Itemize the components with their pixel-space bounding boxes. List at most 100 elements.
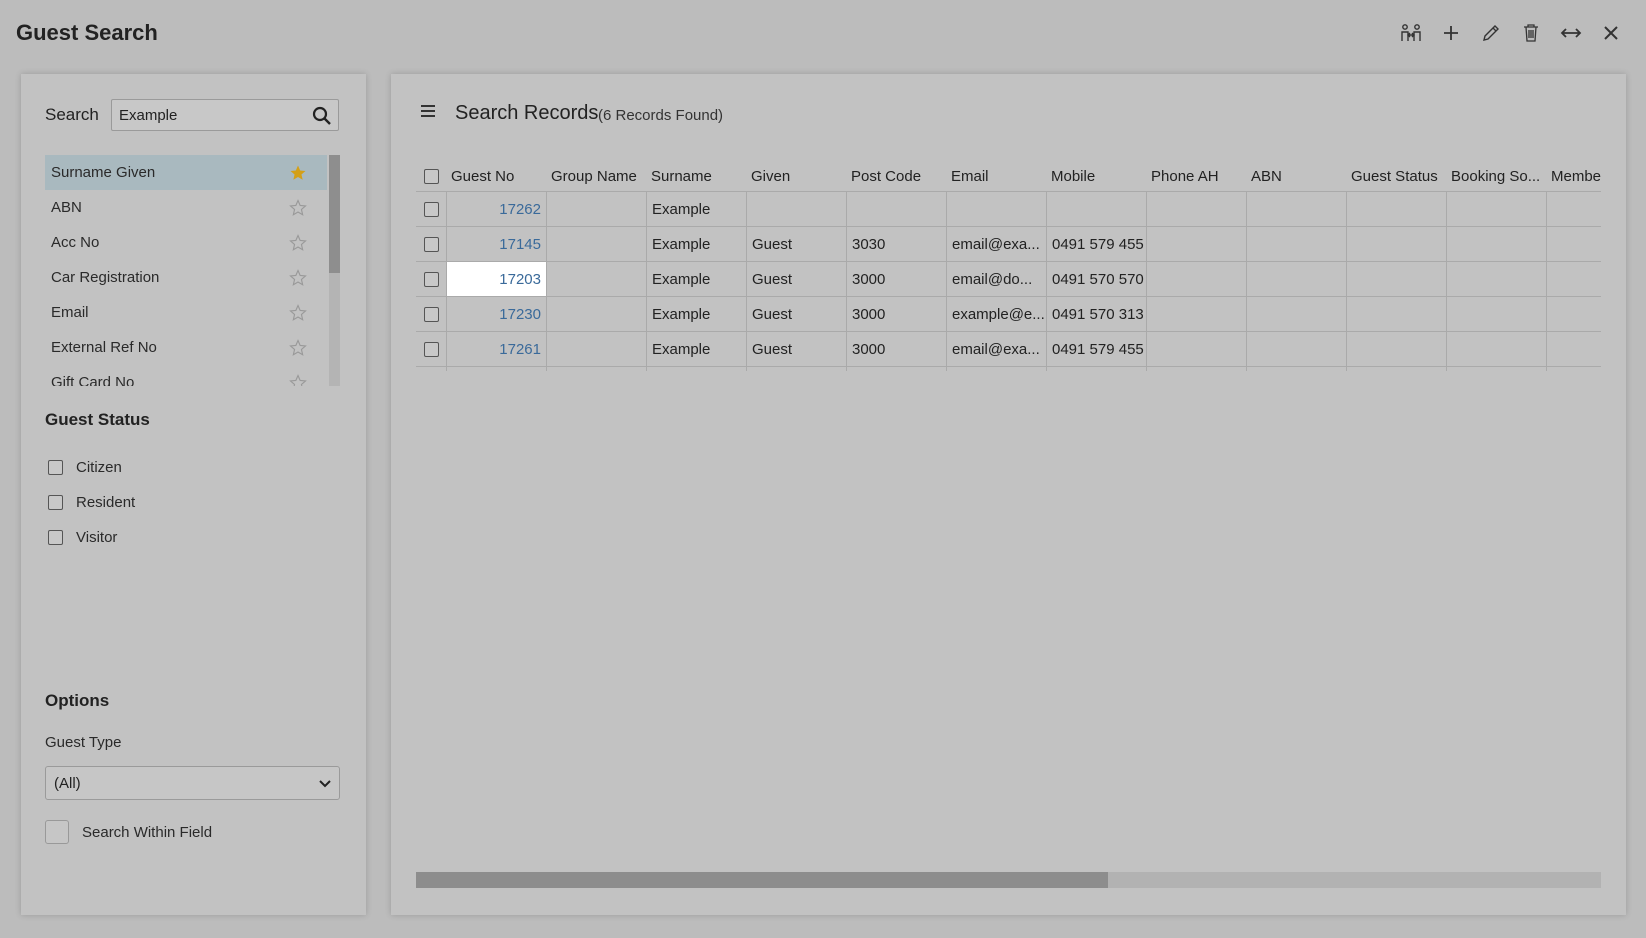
table-cell xyxy=(1546,367,1601,371)
table-cell xyxy=(1246,297,1346,331)
star-outline-icon[interactable] xyxy=(289,373,307,386)
table-cell xyxy=(1046,367,1146,371)
table-cell xyxy=(1246,262,1346,296)
search-input[interactable] xyxy=(112,105,311,125)
guest-status-visitor[interactable]: Visitor xyxy=(48,529,117,546)
table-row[interactable]: 17262 Example xyxy=(416,192,1601,227)
visitor-checkbox[interactable] xyxy=(48,530,63,545)
options-title: Options xyxy=(45,691,110,710)
table-cell xyxy=(1446,227,1546,261)
row-checkbox[interactable] xyxy=(423,201,439,217)
search-field-label: Acc No xyxy=(51,234,100,251)
records-table: Guest No Group Name Surname Given Post C… xyxy=(416,161,1601,371)
table-row[interactable]: 17203 Example Guest 3000 email@do... 0491 570… xyxy=(416,262,1601,297)
guest-status-citizen[interactable]: Citizen xyxy=(48,459,122,476)
table-cell xyxy=(1546,297,1601,331)
row-checkbox[interactable] xyxy=(423,236,439,252)
search-field-item[interactable]: ABN xyxy=(45,190,327,225)
table-cell xyxy=(1446,192,1546,226)
table-cell: Example xyxy=(646,262,746,296)
edit-icon[interactable] xyxy=(1478,20,1504,46)
star-outline-icon[interactable] xyxy=(289,198,307,217)
row-checkbox[interactable] xyxy=(423,271,439,287)
add-icon[interactable] xyxy=(1438,20,1464,46)
select-all-checkbox[interactable] xyxy=(423,168,439,184)
column-header[interactable]: Given xyxy=(746,161,846,191)
column-header[interactable]: Mobile xyxy=(1046,161,1146,191)
close-icon[interactable] xyxy=(1598,20,1624,46)
table-row[interactable]: 17230 Example Guest 3000 example@e... 0491 57… xyxy=(416,297,1601,332)
table-row[interactable]: 17145 Example Guest 3030 email@exa... 0491 57… xyxy=(416,227,1601,262)
column-header[interactable]: Booking So... xyxy=(1446,161,1546,191)
table-row[interactable]: 17263Example Gr...ExampleGuest3000 xyxy=(416,367,1601,371)
guest-no-link[interactable]: 17230 xyxy=(446,297,546,331)
table-cell xyxy=(1146,297,1246,331)
guest-type-select[interactable]: (All) xyxy=(45,766,340,800)
hamburger-menu-icon[interactable] xyxy=(419,103,437,119)
field-list-scroll-thumb[interactable] xyxy=(329,155,340,273)
table-cell: Guest xyxy=(746,297,846,331)
table-cell xyxy=(1346,367,1446,371)
column-header[interactable]: Guest Status xyxy=(1346,161,1446,191)
table-cell xyxy=(1346,297,1446,331)
search-field-item[interactable]: Acc No xyxy=(45,225,327,260)
search-field-list: Surname Given ABN Acc No Car Registratio… xyxy=(45,155,340,386)
column-header[interactable]: Email xyxy=(946,161,1046,191)
search-within-field[interactable]: Search Within Field xyxy=(45,820,212,844)
table-cell: 3000 xyxy=(846,262,946,296)
search-field-item[interactable]: Car Registration xyxy=(45,260,327,295)
star-outline-icon[interactable] xyxy=(289,233,307,252)
table-cell: Example xyxy=(646,297,746,331)
search-field-label: Car Registration xyxy=(51,269,160,286)
guests-icon[interactable] xyxy=(1398,20,1424,46)
guest-no-link[interactable]: 17261 xyxy=(446,332,546,366)
table-horizontal-scroll-thumb[interactable] xyxy=(416,872,1108,888)
guest-no-link[interactable]: 17263 xyxy=(446,367,546,371)
search-field-label: ABN xyxy=(51,199,82,216)
search-field-item[interactable]: Email xyxy=(45,295,327,330)
toolbar xyxy=(1398,20,1624,46)
star-outline-icon[interactable] xyxy=(289,268,307,287)
column-header[interactable]: Surname xyxy=(646,161,746,191)
table-cell: Example xyxy=(646,227,746,261)
checkbox-label: Search Within Field xyxy=(82,823,213,841)
table-cell xyxy=(1546,192,1601,226)
table-cell xyxy=(1446,262,1546,296)
star-filled-icon[interactable] xyxy=(289,164,307,182)
table-cell xyxy=(546,192,646,226)
table-cell xyxy=(546,227,646,261)
table-cell xyxy=(946,367,1046,371)
guest-type-label: Guest Type xyxy=(45,734,122,751)
column-header[interactable]: Phone AH xyxy=(1146,161,1246,191)
search-within-checkbox[interactable] xyxy=(45,820,69,844)
column-header[interactable]: Post Code xyxy=(846,161,946,191)
guest-no-link[interactable]: 17145 xyxy=(446,227,546,261)
search-field-item[interactable]: Surname Given xyxy=(45,155,327,190)
search-icon[interactable] xyxy=(312,106,332,126)
table-row[interactable]: 17261 Example Guest 3000 email@exa... 0491 57… xyxy=(416,332,1601,367)
table-cell xyxy=(1446,297,1546,331)
column-header[interactable]: ABN xyxy=(1246,161,1346,191)
delete-icon[interactable] xyxy=(1518,20,1544,46)
guest-no-link[interactable]: 17203 xyxy=(446,262,546,296)
search-field-item[interactable]: External Ref No xyxy=(45,330,327,365)
resident-checkbox[interactable] xyxy=(48,495,63,510)
table-cell xyxy=(546,332,646,366)
row-checkbox[interactable] xyxy=(423,306,439,322)
column-header[interactable]: Guest No xyxy=(446,161,546,191)
search-field-item[interactable]: Gift Card No xyxy=(45,365,327,386)
expand-width-icon[interactable] xyxy=(1558,20,1584,46)
star-outline-icon[interactable] xyxy=(289,338,307,357)
column-header[interactable]: Membe xyxy=(1546,161,1601,191)
guest-status-resident[interactable]: Resident xyxy=(48,494,135,511)
star-outline-icon[interactable] xyxy=(289,303,307,322)
guest-type-value: (All) xyxy=(54,774,81,792)
column-header[interactable]: Group Name xyxy=(546,161,646,191)
table-cell: Example xyxy=(646,332,746,366)
table-cell xyxy=(746,192,846,226)
table-cell xyxy=(1146,262,1246,296)
row-checkbox[interactable] xyxy=(423,341,439,357)
table-cell: Example xyxy=(646,367,746,371)
guest-no-link[interactable]: 17262 xyxy=(446,192,546,226)
citizen-checkbox[interactable] xyxy=(48,460,63,475)
